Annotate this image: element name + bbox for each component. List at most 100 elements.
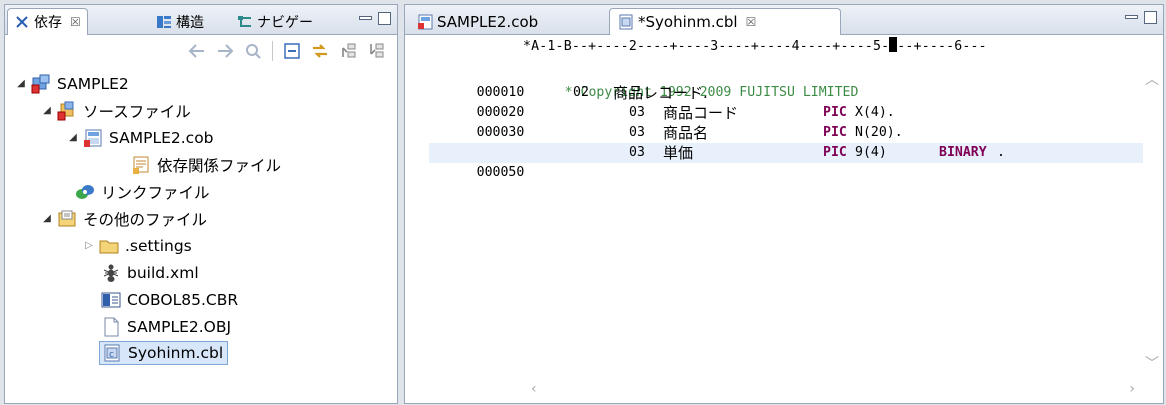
tree-item-dependency-file[interactable]: 依存関係ファイル: [131, 152, 281, 177]
code-line: 000030 03 商品コード PIC X(4).: [429, 103, 1143, 140]
tree-item-sample-obj[interactable]: SAMPLE2.OBJ: [101, 314, 231, 339]
maximize-icon[interactable]: [378, 12, 391, 25]
ruler-right-text: --+----6---: [897, 39, 987, 54]
scroll-left-arrow-icon[interactable]: ‹: [531, 381, 537, 397]
pic-keyword: PIC: [823, 145, 847, 160]
tree-item-source-folder[interactable]: ◢ ソースファイル: [41, 98, 191, 123]
close-icon[interactable]: ☒: [70, 15, 81, 29]
tree-item-syohinm[interactable]: c Syohinm.cbl: [99, 341, 229, 365]
minimize-icon[interactable]: [359, 16, 372, 20]
project-explorer-panel: 依存 ☒ 構造 ナビゲー ◢ SAMPLE2 ◢ ソースファイル ◢ SAMPL…: [4, 4, 398, 404]
left-window-controls: [359, 12, 391, 25]
cbr-file-icon: [101, 292, 121, 307]
tree-label-sample-obj: SAMPLE2.OBJ: [127, 317, 232, 336]
code-line-current: 000050 03 単価 PIC 9(4) BINARY .: [429, 143, 1143, 183]
data-name-text: 単価: [663, 144, 694, 162]
usage-keyword: BINARY: [939, 145, 987, 160]
tree-item-cobol-cbr[interactable]: COBOL85.CBR: [101, 287, 238, 312]
code-line: 000040 03 商品名 PIC N(20).: [429, 123, 1143, 160]
horizontal-scrollbar[interactable]: ‹ ›: [429, 381, 1143, 399]
tree-label-source-folder: ソースファイル: [83, 102, 191, 121]
scroll-down-arrow-icon[interactable]: ﹀: [1145, 353, 1159, 373]
dependency-up-icon[interactable]: [337, 40, 359, 62]
tree-label-dependency-file: 依存関係ファイル: [157, 156, 282, 175]
forward-arrow-icon[interactable]: [214, 40, 236, 62]
tree-label-cobol-cbr: COBOL85.CBR: [127, 290, 239, 309]
ant-file-icon: [103, 264, 119, 282]
editor-panel: SAMPLE2.cob *Syohinm.cbl ☒ *A-1-B--+----…: [404, 4, 1164, 404]
tab-dependency-label: 依存: [34, 15, 62, 31]
tree-item-other-files[interactable]: ◢ その他のファイル: [41, 206, 207, 231]
source-folder-icon: [57, 101, 74, 120]
dependency-down-icon[interactable]: [365, 40, 387, 62]
editor-window-controls: [1125, 11, 1157, 24]
level-number: 02: [573, 85, 589, 100]
back-arrow-icon[interactable]: [186, 40, 208, 62]
copybook-file-icon: c: [104, 344, 120, 362]
tab-sample2-cob[interactable]: SAMPLE2.cob: [409, 8, 546, 35]
left-toolbar: [5, 35, 397, 67]
tab-sample2-cob-label: SAMPLE2.cob: [437, 12, 539, 31]
expanded-arrow-icon[interactable]: ◢: [15, 78, 27, 89]
tab-navigator-label: ナビゲー: [257, 14, 313, 31]
tree-item-build-xml[interactable]: build.xml: [101, 260, 199, 285]
ruler-left-text: *A-1-B--+----2----+----3----+----4----+-…: [523, 39, 890, 54]
expanded-arrow-icon[interactable]: ◢: [67, 132, 79, 143]
folder-icon: [99, 240, 119, 253]
tree-label-other-files: その他のファイル: [83, 210, 208, 229]
tab-structure-label: 構造: [176, 14, 204, 31]
link-with-editor-icon[interactable]: [309, 40, 331, 62]
tree-item-project[interactable]: ◢ SAMPLE2: [15, 71, 129, 96]
tree-label-build-xml: build.xml: [127, 263, 199, 282]
data-name-text: 商品レコード.: [613, 84, 708, 102]
collapsed-arrow-icon[interactable]: ▷: [83, 240, 95, 251]
level-number: 03: [629, 125, 645, 140]
tab-syohinm-cbl-label: *Syohinm.cbl: [638, 13, 738, 31]
pic-keyword: PIC: [823, 105, 847, 120]
cobol-project-icon: [31, 74, 50, 93]
pic-clause: X(4).: [855, 105, 895, 120]
tab-structure[interactable]: 構造: [150, 8, 210, 35]
collapse-all-icon[interactable]: [281, 40, 303, 62]
tree-label-source-file: SAMPLE2.cob: [109, 128, 214, 147]
column-ruler: *A-1-B--+----2----+----3----+----4----+-…: [405, 35, 1163, 59]
tab-dependency[interactable]: 依存 ☒: [7, 8, 88, 35]
editor-tabbar: SAMPLE2.cob *Syohinm.cbl ☒: [405, 5, 1163, 35]
pic-clause: 9(4): [855, 145, 887, 160]
data-name-text: 商品コード: [663, 104, 739, 122]
level-number: 03: [629, 105, 645, 120]
vertical-scrollbar[interactable]: ︿ ﹀: [1143, 63, 1159, 379]
tree-item-source-file[interactable]: ◢ SAMPLE2.cob: [67, 125, 214, 150]
pic-clause: N(20).: [855, 125, 903, 140]
tree-label-project: SAMPLE2: [57, 74, 129, 93]
cobol-file-icon: [418, 14, 433, 29]
data-name-text: 商品名: [663, 124, 709, 142]
scroll-up-arrow-icon[interactable]: ︿: [1145, 69, 1159, 89]
expanded-arrow-icon[interactable]: ◢: [41, 105, 53, 116]
tree-item-link-files[interactable]: リンクファイル: [75, 179, 210, 204]
dependency-file-icon: [133, 156, 149, 174]
code-line: 000020 02 商品レコード.: [429, 83, 1143, 120]
dependency-view-icon: [16, 16, 28, 28]
scroll-right-arrow-icon[interactable]: ›: [1129, 381, 1135, 397]
close-icon[interactable]: ☒: [746, 15, 757, 29]
cobol-file-icon: [84, 129, 102, 147]
maximize-icon[interactable]: [1144, 11, 1157, 24]
tree-label-settings: .settings: [125, 236, 192, 255]
level-number: 03: [629, 145, 645, 160]
tab-navigator[interactable]: ナビゲー: [231, 8, 319, 35]
object-file-icon: [104, 317, 119, 336]
tab-syohinm-cbl[interactable]: *Syohinm.cbl ☒: [609, 8, 841, 35]
expanded-arrow-icon[interactable]: ◢: [41, 213, 53, 224]
other-files-folder-icon: [58, 210, 76, 226]
minimize-icon[interactable]: [1125, 15, 1138, 19]
code-editor[interactable]: 000010 * Copyright 1992-2009 FUJITSU LIMI…: [429, 63, 1143, 379]
svg-text:c: c: [109, 350, 114, 360]
refresh-view-icon[interactable]: [242, 40, 264, 62]
period-text: .: [997, 145, 1005, 160]
tree-item-settings[interactable]: ▷ .settings: [83, 233, 192, 258]
line-number: 000050: [476, 163, 565, 183]
code-line: 000010 * Copyright 1992-2009 FUJITSU LIMI…: [429, 63, 1143, 100]
link-files-icon: [76, 184, 94, 199]
tree-label-syohinm: Syohinm.cbl: [128, 344, 224, 362]
